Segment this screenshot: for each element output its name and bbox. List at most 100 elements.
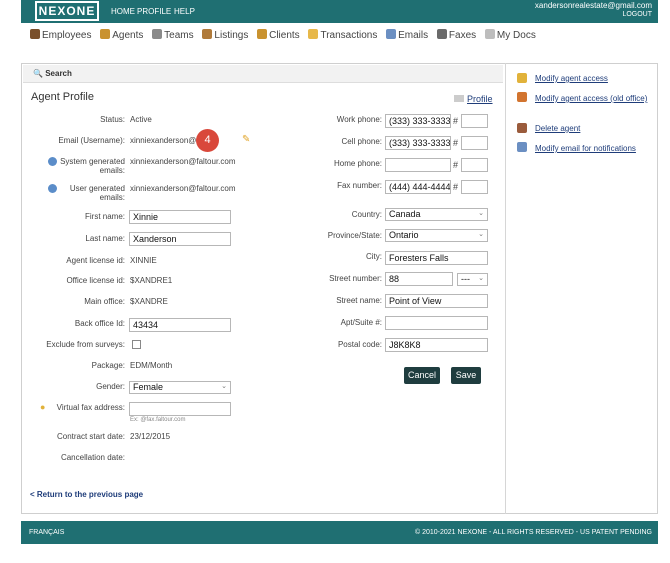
cell-phone-label: Cell phone: bbox=[341, 137, 382, 146]
status-value: Active bbox=[130, 115, 152, 124]
info-icon bbox=[48, 184, 57, 193]
main-office-label: Main office: bbox=[84, 297, 125, 306]
nav-my-docs[interactable]: My Docs bbox=[484, 29, 536, 41]
search-label: Search bbox=[45, 69, 72, 78]
employees-icon bbox=[30, 29, 40, 39]
work-ext-input[interactable] bbox=[461, 114, 488, 128]
office-license-value: $XANDRE1 bbox=[130, 276, 173, 285]
user-delete-icon bbox=[517, 123, 527, 133]
last-name-label: Last name: bbox=[85, 234, 125, 243]
province-label: Province/State: bbox=[327, 231, 382, 240]
contract-start-value: 23/12/2015 bbox=[130, 432, 171, 441]
package-label: Package: bbox=[91, 361, 125, 370]
fax-ext-input[interactable] bbox=[461, 180, 488, 194]
lock-icon bbox=[517, 73, 527, 83]
main-navigation: Employees Agents Teams Listings Clients … bbox=[30, 29, 542, 43]
back-office-input[interactable]: 43434 bbox=[129, 318, 231, 332]
nav-faxes[interactable]: Faxes bbox=[436, 29, 476, 41]
clients-icon bbox=[257, 29, 268, 39]
save-button[interactable]: Save bbox=[451, 367, 481, 384]
street-number-label: Street number: bbox=[329, 274, 382, 283]
lightbulb-icon: ● bbox=[40, 402, 46, 412]
language-link[interactable]: FRANÇAIS bbox=[29, 529, 64, 536]
footer-bar: FRANÇAIS © 2010-2021 NEXONE - ALL RIGHTS… bbox=[21, 521, 658, 544]
modify-email-notifications-link[interactable]: Modify email for notifications bbox=[535, 144, 636, 153]
license-value: XINNIE bbox=[130, 256, 157, 265]
nav-emails[interactable]: Emails bbox=[386, 29, 428, 41]
delete-agent-link[interactable]: Delete agent bbox=[535, 124, 580, 133]
virtual-fax-label: Virtual fax address: bbox=[56, 403, 125, 412]
contract-start-label: Contract start date: bbox=[56, 432, 125, 441]
modify-agent-access-old-office-link[interactable]: Modify agent access (old office) bbox=[515, 94, 653, 104]
agents-icon bbox=[100, 29, 111, 39]
exclude-surveys-label: Exclude from surveys: bbox=[46, 340, 125, 349]
status-label: Status: bbox=[100, 115, 125, 124]
top-header-bar: NEXONE HOME PROFILE HELP xandersonreales… bbox=[21, 0, 658, 23]
email-value: xinniexanderson@ bbox=[130, 136, 197, 145]
city-input[interactable]: Foresters Falls bbox=[385, 251, 488, 265]
cell-ext-input[interactable] bbox=[461, 136, 488, 150]
teams-icon bbox=[152, 29, 163, 39]
profile-link[interactable]: Profile bbox=[467, 94, 493, 104]
system-emails-label: System generated emails: bbox=[60, 157, 125, 175]
envelope-icon bbox=[386, 29, 397, 39]
first-name-input[interactable]: Xinnie bbox=[129, 210, 231, 224]
postal-code-input[interactable]: J8K8K8 bbox=[385, 338, 488, 352]
fax-number-label: Fax number: bbox=[337, 181, 382, 190]
cell-phone-input[interactable]: (333) 333-3333 bbox=[385, 136, 451, 150]
home-phone-input[interactable] bbox=[385, 158, 451, 172]
exclude-surveys-checkbox[interactable] bbox=[132, 340, 141, 349]
user-email: xandersonrealestate@gmail.com bbox=[534, 1, 652, 10]
docs-icon bbox=[484, 29, 495, 39]
system-emails-value: xinniexanderson@faltour.com bbox=[130, 157, 236, 166]
street-name-input[interactable]: Point of View bbox=[385, 294, 488, 308]
virtual-fax-input[interactable] bbox=[129, 402, 231, 416]
search-bar[interactable]: 🔍 Search bbox=[23, 65, 503, 83]
logout-link[interactable]: LOGOUT bbox=[622, 11, 652, 18]
office-license-label: Office license id: bbox=[66, 276, 125, 285]
province-select[interactable]: Ontario ⌄ bbox=[385, 229, 488, 242]
return-link[interactable]: < Return to the previous page bbox=[30, 490, 143, 499]
work-phone-input[interactable]: (333) 333-3333 bbox=[385, 114, 451, 128]
user-emails-label: User generated emails: bbox=[69, 184, 125, 202]
work-ext-hash: # bbox=[453, 116, 459, 126]
nav-clients[interactable]: Clients bbox=[257, 29, 300, 41]
nav-teams[interactable]: Teams bbox=[152, 29, 194, 41]
first-name-label: First name: bbox=[84, 212, 125, 221]
nav-profile[interactable]: PROFILE bbox=[137, 7, 171, 16]
cell-ext-hash: # bbox=[453, 138, 459, 148]
last-name-input[interactable]: Xanderson bbox=[129, 232, 231, 246]
nav-agents[interactable]: Agents bbox=[100, 29, 143, 41]
home-phone-label: Home phone: bbox=[333, 159, 382, 168]
cancellation-date-label: Cancellation date: bbox=[60, 453, 125, 462]
copyright-text: © 2010-2021 NEXONE - ALL RIGHTS RESERVED… bbox=[414, 529, 652, 536]
chevron-down-icon: ⌄ bbox=[478, 210, 484, 217]
fax-icon bbox=[436, 29, 447, 39]
edit-pencil-icon[interactable]: ✎ bbox=[242, 134, 250, 145]
country-label: Country: bbox=[351, 210, 382, 219]
nav-home[interactable]: HOME bbox=[111, 7, 135, 16]
postal-code-label: Postal code: bbox=[337, 340, 382, 349]
step-badge: 4 bbox=[196, 129, 219, 152]
email-icon bbox=[517, 142, 527, 152]
nav-help[interactable]: HELP bbox=[174, 7, 195, 16]
nexone-logo[interactable]: NEXONE bbox=[35, 1, 99, 21]
nav-listings[interactable]: Listings bbox=[202, 29, 248, 41]
street-number-input[interactable]: 88 bbox=[385, 272, 453, 286]
street-suffix-select[interactable]: --- ⌄ bbox=[457, 273, 488, 286]
profile-icon bbox=[454, 95, 464, 102]
modify-agent-access-link[interactable]: Modify agent access bbox=[535, 74, 608, 83]
folder-icon bbox=[308, 29, 319, 39]
nav-transactions[interactable]: Transactions bbox=[308, 29, 377, 41]
cancel-button[interactable]: Cancel bbox=[404, 367, 440, 384]
gender-select[interactable]: Female ⌄ bbox=[129, 381, 231, 394]
apt-suite-input[interactable] bbox=[385, 316, 488, 330]
gender-label: Gender: bbox=[96, 382, 125, 391]
country-select[interactable]: Canada ⌄ bbox=[385, 208, 488, 221]
nav-employees[interactable]: Employees bbox=[30, 29, 91, 41]
city-label: City: bbox=[366, 252, 382, 261]
virtual-fax-hint: Ex: @fax.faltour.com bbox=[130, 417, 186, 423]
back-office-label: Back office Id: bbox=[74, 319, 125, 328]
home-ext-input[interactable] bbox=[461, 158, 488, 172]
fax-number-input[interactable]: (444) 444-4444 bbox=[385, 180, 451, 194]
